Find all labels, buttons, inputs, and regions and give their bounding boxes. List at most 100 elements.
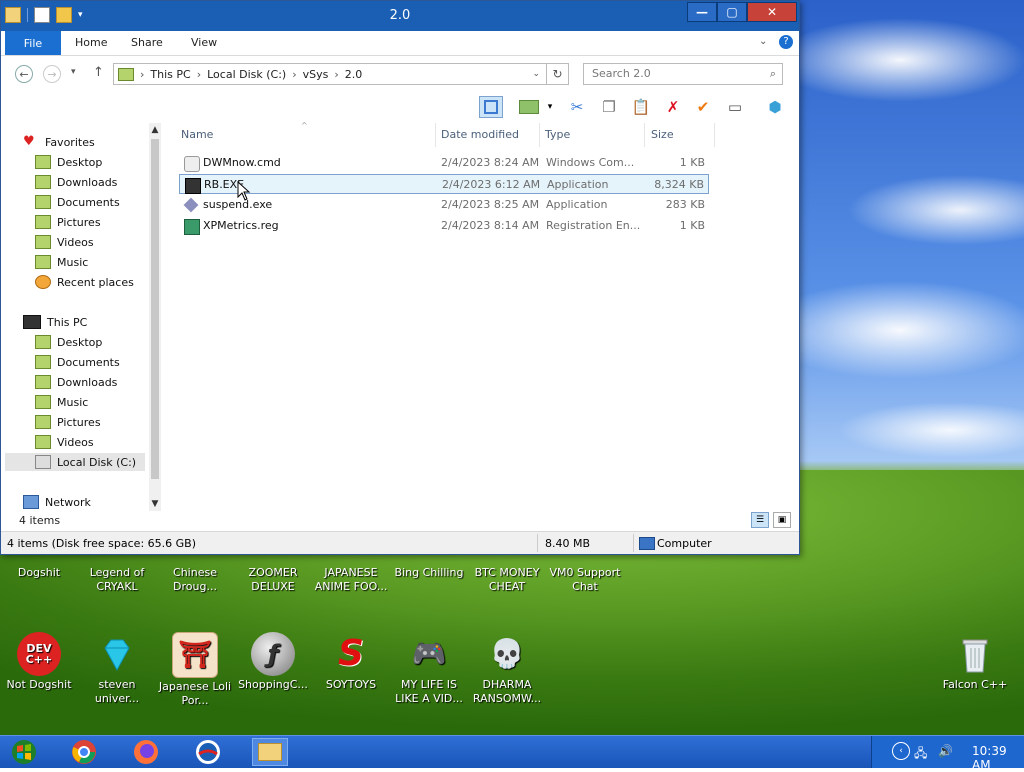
table-row[interactable]: XPMetrics.reg 2/4/2023 8:14 AM Registrat… bbox=[179, 216, 709, 236]
network-icon bbox=[23, 495, 39, 509]
nav-fav-pictures[interactable]: Pictures bbox=[35, 213, 101, 231]
desktop-icon-legend-of-cryakl[interactable]: Legend of CRYAKL bbox=[78, 566, 156, 594]
nav-fav-music[interactable]: Music bbox=[35, 253, 88, 271]
delete-icon[interactable]: ✗ bbox=[661, 96, 685, 118]
refresh-button[interactable]: ↻ bbox=[547, 63, 569, 85]
nav-fav-recent-places[interactable]: Recent places bbox=[35, 273, 134, 291]
scroll-up-arrow-icon[interactable]: ▲ bbox=[149, 125, 161, 135]
desktop-icon-bing-chilling[interactable]: Bing Chilling bbox=[390, 566, 468, 580]
column-header-name[interactable]: Name bbox=[181, 128, 213, 141]
recent-locations-chevron-icon[interactable]: ▾ bbox=[71, 67, 76, 77]
search-input[interactable]: Search 2.0 ⌕ bbox=[583, 63, 783, 85]
paste-icon[interactable]: 📋 bbox=[629, 96, 653, 118]
nav-pc-music[interactable]: Music bbox=[35, 393, 88, 411]
table-row[interactable]: DWMnow.cmd 2/4/2023 8:24 AM Windows Com.… bbox=[179, 153, 709, 173]
options-icon[interactable]: ⬢ bbox=[763, 96, 787, 118]
nav-fav-downloads[interactable]: Downloads bbox=[35, 173, 117, 191]
nav-scrollbar[interactable]: ▲ ▼ bbox=[149, 123, 161, 511]
details-view-icon[interactable]: ☰ bbox=[751, 512, 769, 528]
flash-icon: ƒ bbox=[251, 632, 295, 676]
nav-pc-pictures[interactable]: Pictures bbox=[35, 413, 101, 431]
nav-pc-videos[interactable]: Videos bbox=[35, 433, 94, 451]
tab-home[interactable]: Home bbox=[75, 36, 107, 49]
column-divider[interactable] bbox=[539, 123, 540, 147]
desktop-icon-zoomer-deluxe[interactable]: ZOOMER DELUXE bbox=[234, 566, 312, 594]
nav-fav-videos[interactable]: Videos bbox=[35, 233, 94, 251]
tab-view[interactable]: View bbox=[191, 36, 217, 49]
column-divider[interactable] bbox=[644, 123, 645, 147]
nav-fav-desktop[interactable]: Desktop bbox=[35, 153, 102, 171]
desktop-icon-soytoys[interactable]: S SOYTOYS bbox=[312, 632, 390, 692]
nav-pc-downloads[interactable]: Downloads bbox=[35, 373, 117, 391]
preview-pane-button[interactable] bbox=[479, 96, 503, 118]
minimize-button[interactable]: — bbox=[687, 2, 717, 22]
desktop-icon-shoppingc[interactable]: ƒ ShoppingC... bbox=[234, 632, 312, 692]
column-divider[interactable] bbox=[435, 123, 436, 147]
desktop-icon-japanese-loli-por[interactable]: ⛩ Japanese Loli Por... bbox=[156, 632, 234, 708]
desktop-icon-my-life-is-like-a-vid[interactable]: 🎮 MY LIFE IS LIKE A VID... bbox=[390, 632, 468, 706]
table-row[interactable]: suspend.exe 2/4/2023 8:25 AM Application… bbox=[179, 195, 709, 215]
computer-icon bbox=[23, 315, 41, 329]
close-button[interactable]: ✕ bbox=[747, 2, 797, 22]
nav-label: Desktop bbox=[57, 155, 103, 169]
tab-file[interactable]: File bbox=[5, 31, 61, 55]
desktop-icon-vm0-support-chat[interactable]: VM0 Support Chat bbox=[546, 566, 624, 594]
table-row[interactable]: RB.EXE 2/4/2023 6:12 AM Application 8,32… bbox=[179, 174, 709, 194]
column-divider[interactable] bbox=[714, 123, 715, 147]
large-icons-view-icon[interactable]: ▣ bbox=[773, 512, 791, 528]
show-hidden-icons-icon[interactable]: ‹ bbox=[892, 742, 910, 760]
desktop-icon-falcon-cpp[interactable]: Falcon C++ bbox=[936, 632, 1014, 692]
desktop-icon-steven-univer[interactable]: steven univer... bbox=[78, 632, 156, 706]
column-header-size[interactable]: Size bbox=[651, 128, 674, 141]
column-header-date[interactable]: Date modified bbox=[441, 128, 519, 141]
breadcrumb-this-pc[interactable]: This PC bbox=[150, 68, 190, 81]
file-explorer-taskbar-button[interactable] bbox=[252, 738, 288, 766]
file-size: 283 KB bbox=[665, 198, 705, 211]
network-tray-icon[interactable]: 🖧 bbox=[914, 744, 927, 765]
firefox-icon[interactable] bbox=[128, 738, 164, 766]
nav-network[interactable]: Network bbox=[23, 493, 91, 511]
tab-share[interactable]: Share bbox=[131, 36, 163, 49]
breadcrumb-2-0[interactable]: 2.0 bbox=[345, 68, 363, 81]
search-icon: ⌕ bbox=[769, 67, 776, 80]
breadcrumb-local-disk[interactable]: Local Disk (C:) bbox=[207, 68, 286, 81]
file-type: Application bbox=[547, 178, 609, 191]
media-app-icon[interactable] bbox=[190, 738, 226, 766]
nav-pc-desktop[interactable]: Desktop bbox=[35, 333, 102, 351]
checkmark-icon[interactable]: ✔ bbox=[691, 96, 715, 118]
column-header-type[interactable]: Type bbox=[545, 128, 570, 141]
desktop-icon-dharma-ransomw[interactable]: 💀 DHARMA RANSOMW... bbox=[468, 632, 546, 706]
rename-icon[interactable]: ▭ bbox=[723, 96, 747, 118]
maximize-button[interactable]: ▢ bbox=[717, 2, 747, 22]
new-folder-dropdown-chevron-icon[interactable]: ▾ bbox=[543, 96, 557, 118]
desktop-icon-not-dogshit[interactable]: DEV C++ Not Dogshit bbox=[0, 632, 78, 692]
nav-pc-documents[interactable]: Documents bbox=[35, 353, 120, 371]
address-dropdown-chevron-icon[interactable]: ⌄ bbox=[532, 69, 540, 79]
nav-pc-local-disk[interactable]: Local Disk (C:) bbox=[5, 453, 145, 471]
cut-icon[interactable]: ✂ bbox=[565, 96, 589, 118]
scroll-down-arrow-icon[interactable]: ▼ bbox=[149, 499, 161, 509]
nav-fav-documents[interactable]: Documents bbox=[35, 193, 120, 211]
address-bar[interactable]: › This PC › Local Disk (C:) › vSys › 2.0… bbox=[113, 63, 547, 85]
desktop-icon-japanese-anime-foo[interactable]: JAPANESE ANIME FOO... bbox=[312, 566, 390, 594]
desktop-icon-chinese-droug[interactable]: Chinese Droug... bbox=[156, 566, 234, 594]
navigation-pane: ♥ Favorites Desktop Downloads Documents … bbox=[5, 123, 161, 511]
nav-favorites[interactable]: ♥ Favorites bbox=[23, 133, 95, 151]
copy-icon[interactable]: ❐ bbox=[597, 96, 621, 118]
up-arrow-icon[interactable]: ↑ bbox=[93, 65, 104, 80]
scrollbar-thumb[interactable] bbox=[151, 139, 159, 479]
new-folder-button[interactable] bbox=[517, 96, 541, 118]
ribbon-expand-chevron-icon[interactable]: ⌄ bbox=[759, 36, 767, 47]
breadcrumb-vsys[interactable]: vSys bbox=[303, 68, 329, 81]
desktop-icon-dogshit[interactable]: Dogshit bbox=[0, 566, 78, 580]
volume-icon[interactable]: 🔊 bbox=[938, 744, 953, 758]
start-button[interactable] bbox=[6, 738, 42, 766]
nav-this-pc[interactable]: This PC bbox=[23, 313, 87, 331]
desktop-icon-btc-money-cheat[interactable]: BTC MONEY CHEAT bbox=[468, 566, 546, 594]
explorer-window: ▾ 2.0 — ▢ ✕ File Home Share View ⌄ ? ← →… bbox=[0, 0, 800, 555]
forward-button[interactable]: → bbox=[43, 65, 61, 83]
help-icon[interactable]: ? bbox=[779, 35, 793, 49]
back-button[interactable]: ← bbox=[15, 65, 33, 83]
chrome-icon[interactable] bbox=[66, 738, 102, 766]
title-bar[interactable]: ▾ 2.0 — ▢ ✕ bbox=[1, 1, 799, 31]
